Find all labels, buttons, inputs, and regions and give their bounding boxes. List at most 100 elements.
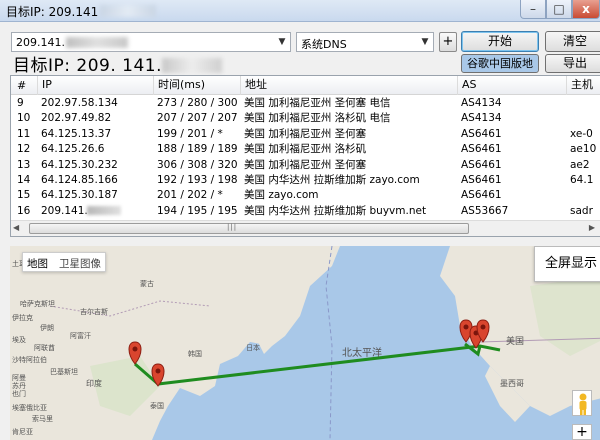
table-cell-n: 12: [17, 143, 31, 156]
map-label-kenya: 肯尼亚: [12, 427, 33, 436]
map-label-ethiopia: 埃塞俄比亚: [12, 403, 47, 412]
table-row[interactable]: 9 202.97.58.134 273 / 280 / 300 美国 加利福尼亚州 圣…: [11, 96, 600, 111]
start-button[interactable]: 开始: [461, 31, 539, 52]
map-label-japan: 日本: [246, 343, 260, 352]
map-label-thailand: 泰国: [150, 401, 164, 410]
table-cell-time: 194 / 195 / 195: [157, 204, 238, 217]
table-cell-n: 10: [17, 112, 31, 125]
table-row[interactable]: 11 64.125.13.37 199 / 201 / * 美国 加利福尼亚州 圣何塞…: [11, 127, 600, 142]
table-cell-time: 188 / 189 / 189: [157, 143, 238, 156]
add-dns-button[interactable]: +: [439, 32, 457, 52]
window-title-text: 目标IP: 209.141: [6, 5, 99, 19]
chevron-down-icon[interactable]: ▼: [274, 33, 290, 51]
scrollbar-thumb[interactable]: [29, 223, 469, 234]
street-view-pegman-icon[interactable]: [572, 390, 592, 416]
table-row[interactable]: 16 209.141. 194 / 195 / 195 美国 内华达州 拉斯维加斯 b…: [11, 204, 600, 219]
chevron-down-icon[interactable]: ▼: [417, 33, 433, 51]
map-label-uae: 阿联酋: [34, 343, 55, 352]
table-cell-time: 199 / 201 / *: [157, 127, 223, 140]
table-row[interactable]: 10 202.97.49.82 207 / 207 / 207 美国 加利福尼亚州 洛…: [11, 111, 600, 126]
close-button[interactable]: x: [572, 0, 600, 19]
table-cell-as: AS6461: [461, 189, 502, 202]
grip-icon: |||: [227, 223, 238, 231]
column-header[interactable]: 主机: [566, 76, 593, 95]
target-ip-label: 目标IP: 209. 141.: [13, 51, 223, 76]
map-label-yemen: 也门: [12, 389, 26, 398]
table-cell-ip: 202.97.58.134: [41, 97, 118, 109]
table-row[interactable]: 15 64.125.30.187 201 / 202 / * 美国 zayo.com A…: [11, 188, 600, 203]
maximize-button[interactable]: □: [546, 0, 572, 19]
redacted-ip: [162, 58, 223, 73]
dns-select[interactable]: 系统DNS ▼: [296, 32, 434, 52]
map-type-tabs: 地图 卫星图像: [22, 252, 106, 272]
table-cell-time: 201 / 202 / *: [157, 189, 223, 202]
fullscreen-button[interactable]: 全屏显示: [534, 246, 600, 282]
table-cell-as: AS6461: [461, 173, 502, 186]
map-canvas: 北太平洋 美国 墨西哥 哈萨克斯坦 阿富汗 巴基斯坦 印度 泰国 韩国 日本 蒙…: [10, 246, 600, 440]
table-cell-addr: 美国 加利福尼亚州 洛杉矶 电信: [244, 112, 391, 125]
column-header[interactable]: IP: [37, 76, 52, 95]
redacted-ip: [87, 205, 121, 218]
map-label-irak: 伊拉克: [12, 313, 33, 322]
table-cell-as: AS4134: [461, 97, 502, 109]
table-cell-ip: 64.125.26.6: [41, 143, 105, 156]
table-cell-ip: 202.97.49.82: [41, 112, 112, 125]
table-cell-host: ae10: [570, 143, 597, 156]
table-cell-n: 16: [17, 204, 31, 217]
window-title: 目标IP: 209.141: [6, 3, 157, 20]
china-map-button[interactable]: 谷歌中国版地图: [461, 54, 539, 73]
table-cell-host: xe-0: [570, 127, 593, 140]
map-label-oman: 阿曼: [12, 373, 26, 382]
horizontal-scrollbar[interactable]: ◀ ||| ▶: [11, 220, 600, 236]
map-label-sudan: 苏丹: [12, 381, 26, 390]
target-ip-text: 目标IP: 209. 141.: [13, 56, 163, 76]
column-header[interactable]: 时间(ms): [153, 76, 205, 95]
column-header[interactable]: #: [17, 79, 26, 92]
table-row[interactable]: 14 64.124.85.166 192 / 193 / 198 美国 内华达州 拉斯…: [11, 173, 600, 188]
column-header[interactable]: AS: [457, 76, 477, 95]
table-row[interactable]: 12 64.125.26.6 188 / 189 / 189 美国 加利福尼亚州 洛杉…: [11, 142, 600, 157]
table-cell-addr: 美国 内华达州 拉斯维加斯 buyvm.net: [244, 204, 427, 217]
table-cell-host: ae2: [570, 158, 590, 171]
table-cell-as: AS53667: [461, 204, 509, 217]
table-cell-as: AS6461: [461, 127, 502, 140]
tab-satellite[interactable]: 卫星图像: [59, 256, 101, 271]
table-cell-addr: 美国 加利福尼亚州 圣何塞: [244, 158, 367, 171]
ip-input-value: 209.141.: [16, 36, 65, 49]
table-cell-addr: 美国 zayo.com: [244, 189, 319, 202]
dns-select-value: 系统DNS: [301, 38, 347, 51]
ip-input[interactable]: 209.141. ▼: [11, 32, 291, 52]
table-cell-n: 14: [17, 173, 31, 186]
table-cell-n: 9: [17, 97, 24, 109]
map-label-somalia: 索马里: [32, 414, 53, 423]
route-map[interactable]: 北太平洋 美国 墨西哥 哈萨克斯坦 阿富汗 巴基斯坦 印度 泰国 韩国 日本 蒙…: [10, 246, 600, 440]
scroll-right-icon[interactable]: ▶: [589, 223, 595, 232]
table-cell-ip: 209.141.: [41, 204, 88, 217]
map-label-saudi: 沙特阿拉伯: [12, 355, 47, 364]
column-header[interactable]: 地址: [240, 76, 267, 95]
minimize-button[interactable]: –: [520, 0, 546, 19]
export-button[interactable]: 导出: [545, 54, 600, 73]
table-cell-ip: 64.125.30.232: [41, 158, 118, 171]
title-bar: 目标IP: 209.141 – □ x: [0, 0, 600, 22]
map-label-pacific: 北太平洋: [342, 346, 382, 359]
trace-table[interactable]: # IP 时间(ms) 地址 AS 主机 9 202.97.58.134 273 /…: [10, 75, 600, 237]
map-label-afghanistan: 阿富汗: [70, 331, 91, 340]
map-label-kyrgyz: 吉尔吉斯: [80, 307, 108, 316]
table-cell-addr: 美国 加利福尼亚州 圣何塞 电信: [244, 97, 391, 109]
scroll-left-icon[interactable]: ◀: [13, 223, 19, 232]
table-cell-ip: 64.125.30.187: [41, 189, 118, 202]
table-cell-n: 15: [17, 189, 31, 202]
clear-button[interactable]: 清空: [545, 31, 600, 52]
zoom-in-button[interactable]: +: [572, 424, 592, 440]
table-header: # IP 时间(ms) 地址 AS 主机: [11, 76, 600, 95]
map-label-iran: 伊朗: [40, 323, 54, 332]
map-label-korea: 韩国: [188, 349, 202, 358]
table-cell-n: 11: [17, 127, 31, 140]
landmass-asia: [10, 246, 340, 440]
table-row[interactable]: 13 64.125.30.232 306 / 308 / 320 美国 加利福尼亚州 …: [11, 158, 600, 173]
table-cell-host: 64.1: [570, 173, 594, 186]
table-cell-ip: 64.124.85.166: [41, 173, 118, 186]
table-cell-host: sadr: [570, 204, 593, 217]
tab-map[interactable]: 地图: [27, 256, 48, 271]
